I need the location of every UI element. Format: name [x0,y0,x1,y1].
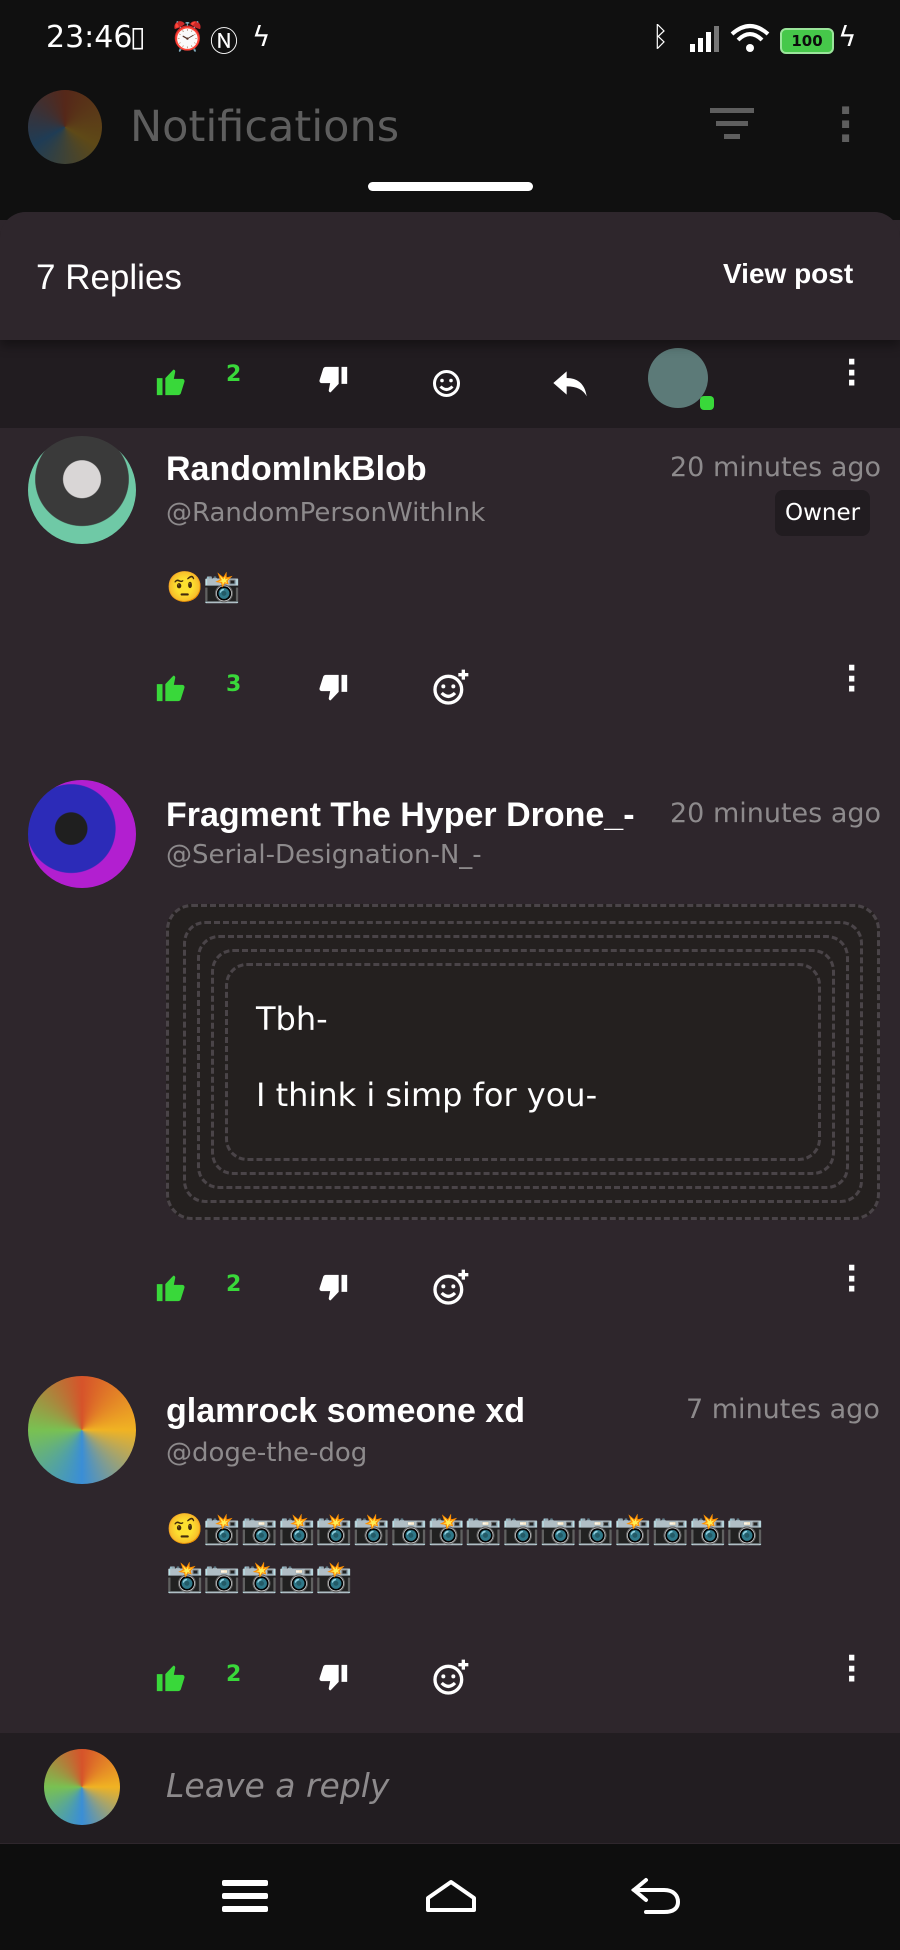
replies-count: 7 Replies [36,258,182,297]
add-reaction-icon[interactable] [430,668,470,708]
comment-text: 🤨📸 [166,570,241,605]
comment-time: 20 minutes ago [670,798,882,829]
battery-icon: 100 [780,28,834,54]
parent-like-count: 2 [226,362,242,387]
quote-line: Tbh- [256,1000,328,1038]
filter-icon [710,108,754,147]
avatar[interactable] [28,1376,136,1484]
background-avatar [28,90,102,164]
add-reaction-icon[interactable] [430,1268,470,1308]
thumbs-down-icon[interactable] [316,364,350,398]
menu-icon[interactable] [222,1878,270,1914]
comment-text: 🤨📸📷📸📸📸📷📸📷📷📷📷📸📷📸📷 [166,1512,764,1547]
bluetooth-icon: ᛒ [652,20,669,53]
background-title: Notifications [130,102,400,152]
comment-text: 📸📷📸📷📸 [166,1560,353,1595]
online-indicator [700,396,714,410]
comment-author-name[interactable]: Fragment The Hyper Drone_- [166,796,638,835]
wifi-icon [730,24,770,52]
parent-avatar[interactable] [648,348,708,408]
like-count: 2 [226,1662,242,1687]
charging-icon: ϟ [838,20,857,53]
comment-author-name[interactable]: RandomInkBlob [166,450,427,489]
add-reaction-icon[interactable] [430,1658,470,1698]
thumbs-up-icon[interactable] [154,1270,188,1304]
flash-icon: ϟ [252,20,271,53]
replies-sheet: 7 Replies View post 2 · · · RandomInkBlob … [0,212,900,1950]
nfc-icon: Ⓝ [210,25,239,58]
back-icon[interactable] [628,1876,682,1916]
vibrate-icon: ▯ [130,20,146,53]
comment-author-handle[interactable]: @Serial-Designation-N_- [166,840,482,870]
comment-time: 20 minutes ago [670,452,882,483]
comment-author-handle[interactable]: @doge-the-dog [166,1438,367,1468]
owner-badge: Owner [775,490,871,536]
home-icon[interactable] [424,1876,478,1916]
more-vertical-icon: · · · [838,88,854,162]
thumbs-up-icon[interactable] [154,670,188,704]
status-time: 23:46 [46,20,133,55]
more-vertical-icon[interactable]: · · · [846,1644,857,1695]
signal-icon [690,26,719,52]
thumbs-down-icon[interactable] [316,1272,350,1306]
comment-time: 7 minutes ago [686,1394,880,1425]
reply-input[interactable]: Leave a reply [166,1766,389,1805]
view-post-button[interactable]: View post [723,258,853,290]
avatar[interactable] [28,780,136,888]
like-count: 2 [226,1272,242,1297]
more-vertical-icon[interactable]: · · · [846,654,857,705]
alarm-icon: ⏰ [170,20,205,53]
quote-line: I think i simp for you- [256,1076,598,1114]
my-avatar [44,1749,120,1825]
quote-box [166,904,880,1220]
sheet-drag-handle[interactable] [368,182,533,191]
thumbs-down-icon[interactable] [316,1662,350,1696]
comment-author-name[interactable]: glamrock someone xd [166,1392,525,1431]
more-vertical-icon[interactable]: · · · [846,348,857,399]
thumbs-down-icon[interactable] [316,672,350,706]
comment-author-handle[interactable]: @RandomPersonWithInk [166,498,485,528]
more-vertical-icon[interactable]: · · · [846,1254,857,1305]
thumbs-up-icon[interactable] [154,1660,188,1694]
reply-icon[interactable] [550,368,590,398]
avatar[interactable] [28,436,136,544]
thumbs-up-icon[interactable] [154,364,188,398]
sheet-header: 7 Replies View post [0,212,900,340]
reply-bar [0,1733,900,1843]
like-count: 3 [226,672,242,697]
add-reaction-icon[interactable] [430,364,466,400]
